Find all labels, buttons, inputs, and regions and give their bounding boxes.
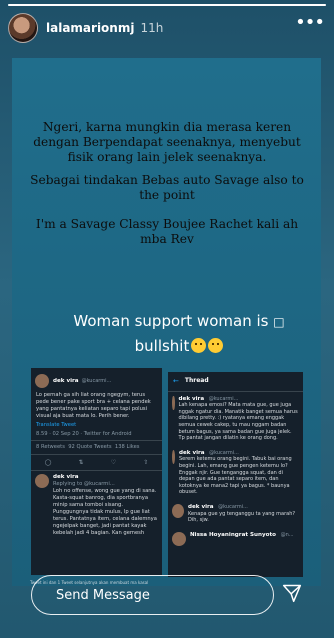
- like-icon: ♡: [110, 459, 117, 466]
- reply-icon: ◯: [44, 459, 52, 466]
- tweet-meta: 8.59 · 02 Sep 20 · Twitter for Android: [36, 431, 132, 437]
- tweet-handle: @kucarmi...: [81, 377, 112, 384]
- headline-text: bullshit: [134, 337, 190, 355]
- thread-item: dek vira @kucarmi... Serem ketemu orang …: [168, 446, 303, 500]
- document-emoji-icon: □: [273, 315, 285, 329]
- back-arrow-icon: ←: [173, 377, 179, 385]
- thread-avatar: [172, 449, 175, 464]
- thread-body: Lah kenapa emosi? Mata mata gue, gue jug…: [178, 402, 298, 442]
- headline-text: Woman support woman is: [73, 312, 269, 330]
- send-direct-icon[interactable]: [282, 583, 302, 603]
- tweet-author: dek vira: [53, 377, 79, 384]
- translate-link: Translate Tweet: [36, 422, 77, 428]
- story-progress-bar: [8, 4, 326, 6]
- headline-sticker: Woman support woman is □ bullshit: [44, 309, 314, 358]
- tweet-screenshot-left: dek vira @kucarmi... Lo pernah ga sih li…: [31, 368, 162, 575]
- tweet-header: dek vira @kucarmi...: [31, 368, 162, 390]
- replying-to: Replying to @kucarmi...: [53, 481, 115, 487]
- thread-author: dek vira: [178, 395, 205, 402]
- send-message-placeholder: Send Message: [56, 588, 150, 603]
- thread-avatar: [172, 395, 175, 410]
- tweet-screenshot-right: ← Thread dek vira @kucarmi... Lah kenapa…: [168, 372, 303, 577]
- thread-item: dek vira @kucarmi... Lah kenapa emosi? M…: [168, 392, 303, 446]
- thread-header: ← Thread: [168, 372, 303, 392]
- post-time: 11h: [140, 21, 164, 35]
- more-options-icon[interactable]: •••: [295, 14, 325, 32]
- reply-body: Loh no offense, wong gue yang di sana. K…: [53, 488, 157, 536]
- smile-emoji-icon: [191, 338, 207, 353]
- quote-count: 92 Quote Tweets: [68, 444, 112, 450]
- thread-handle: @kucarmi...: [209, 449, 239, 456]
- retweet-icon: ⇅: [78, 459, 84, 466]
- tweet-reply: dek vira Replying to @kucarmi... Loh no …: [31, 470, 162, 540]
- thread-handle: @kucarmi...: [218, 503, 248, 510]
- thread-item: Nissa Hoyaningrat Sunyoto @n...: [168, 528, 303, 550]
- tweet-actions: ◯ ⇅ ♡ ⇧: [31, 455, 162, 470]
- thread-author: dek vira: [178, 449, 205, 456]
- username[interactable]: lalamarionmj: [46, 21, 134, 35]
- story-progress-fill: [8, 4, 326, 6]
- share-icon: ⇧: [143, 459, 149, 466]
- thread-body: Serem ketemu orang begini. Tabuk bai ora…: [178, 456, 292, 496]
- caption-line: I'm a Savage Classy Boujee Rachet kali a…: [35, 217, 299, 246]
- thread-handle: @n...: [280, 531, 294, 538]
- thread-body: Kenapa gue yg tenganggu ta yang marah? D…: [188, 510, 296, 524]
- thread-author: dek vira: [188, 503, 214, 510]
- thread-avatar: [172, 531, 186, 546]
- thread-handle: @kucarmi...: [208, 395, 239, 402]
- tweet-body: Lo pernah ga sih liat orang ngegym, teru…: [36, 392, 151, 419]
- thread-item: dek vira @kucarmi... Kenapa gue yg tenga…: [168, 500, 303, 528]
- thread-avatar: [172, 503, 184, 518]
- avatar[interactable]: [8, 13, 38, 43]
- reply-avatar: [35, 474, 49, 488]
- retweet-count: 8 Retweets: [36, 444, 65, 450]
- hushed-emoji-icon: [208, 338, 224, 353]
- story-header[interactable]: lalamarionmj 11h: [8, 12, 163, 44]
- tweet-stats: 8 Retweets 92 Quote Tweets 138 Likes: [31, 440, 162, 455]
- story-caption: Ngeri, karna mungkin dia merasa keren de…: [22, 120, 312, 255]
- tweet-avatar: [35, 374, 49, 388]
- caption-line: Ngeri, karna mungkin dia merasa keren de…: [33, 120, 301, 164]
- thread-title: Thread: [184, 377, 209, 384]
- thread-author: Nissa Hoyaningrat Sunyoto: [190, 531, 276, 538]
- caption-line: Sebagai tindakan Bebas auto Savage also …: [30, 173, 304, 202]
- like-count: 138 Likes: [114, 444, 140, 450]
- reply-author: dek vira: [53, 474, 79, 480]
